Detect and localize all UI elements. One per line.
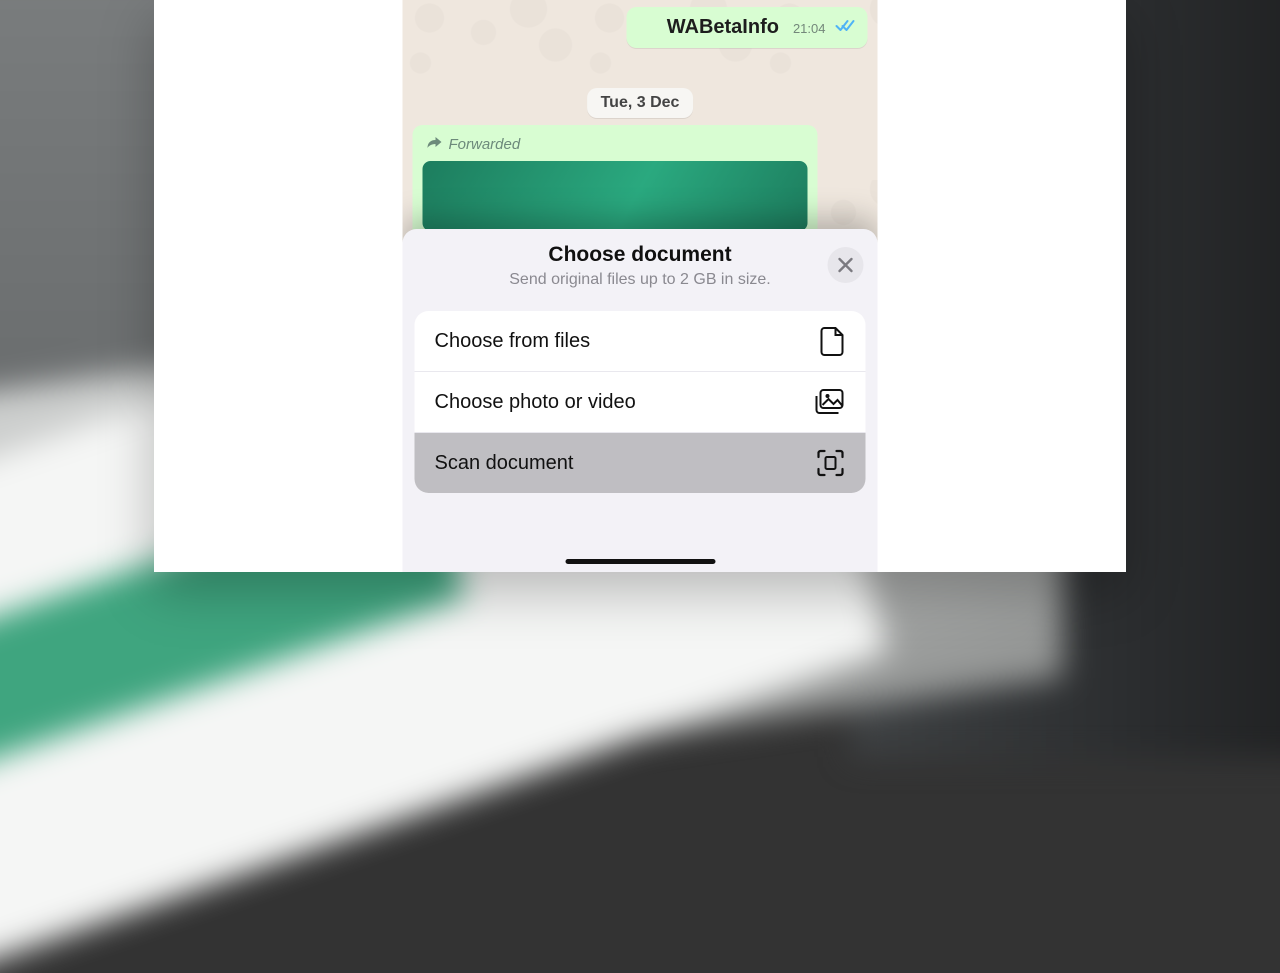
sent-message-time: 21:04 bbox=[793, 21, 826, 36]
forwarded-label-text: Forwarded bbox=[449, 136, 521, 153]
screenshot-card: WABetaInfo 21:04 Tue, 3 Dec Forwarded bbox=[154, 0, 1126, 572]
option-choose-photo-or-video[interactable]: Choose photo or video bbox=[415, 371, 866, 432]
file-icon bbox=[820, 326, 846, 356]
option-scan-document[interactable]: Scan document bbox=[415, 432, 866, 493]
close-button[interactable] bbox=[828, 247, 864, 283]
gallery-icon bbox=[814, 388, 846, 416]
forwarded-label-row: Forwarded bbox=[427, 135, 804, 153]
phone-frame: WABetaInfo 21:04 Tue, 3 Dec Forwarded bbox=[403, 0, 878, 572]
option-label: Scan document bbox=[435, 452, 574, 475]
forward-arrow-icon bbox=[427, 135, 443, 153]
sheet-title: Choose document bbox=[415, 243, 866, 267]
option-label: Choose from files bbox=[435, 330, 591, 353]
forwarded-image-preview[interactable] bbox=[423, 161, 808, 231]
sent-message-text: WABetaInfo bbox=[667, 16, 779, 39]
read-receipt-icon bbox=[836, 19, 856, 33]
sheet-header: Choose document Send original files up t… bbox=[415, 243, 866, 289]
sheet-options: Choose from files Choose photo or video bbox=[415, 311, 866, 493]
option-label: Choose photo or video bbox=[435, 391, 636, 414]
scan-icon bbox=[816, 448, 846, 478]
date-separator: Tue, 3 Dec bbox=[587, 88, 694, 118]
document-picker-sheet: Choose document Send original files up t… bbox=[403, 229, 878, 572]
sheet-subtitle: Send original files up to 2 GB in size. bbox=[415, 271, 866, 289]
sent-message-bubble[interactable]: WABetaInfo 21:04 bbox=[627, 7, 868, 48]
option-choose-from-files[interactable]: Choose from files bbox=[415, 311, 866, 371]
close-icon bbox=[838, 257, 854, 273]
home-indicator[interactable] bbox=[565, 559, 715, 564]
